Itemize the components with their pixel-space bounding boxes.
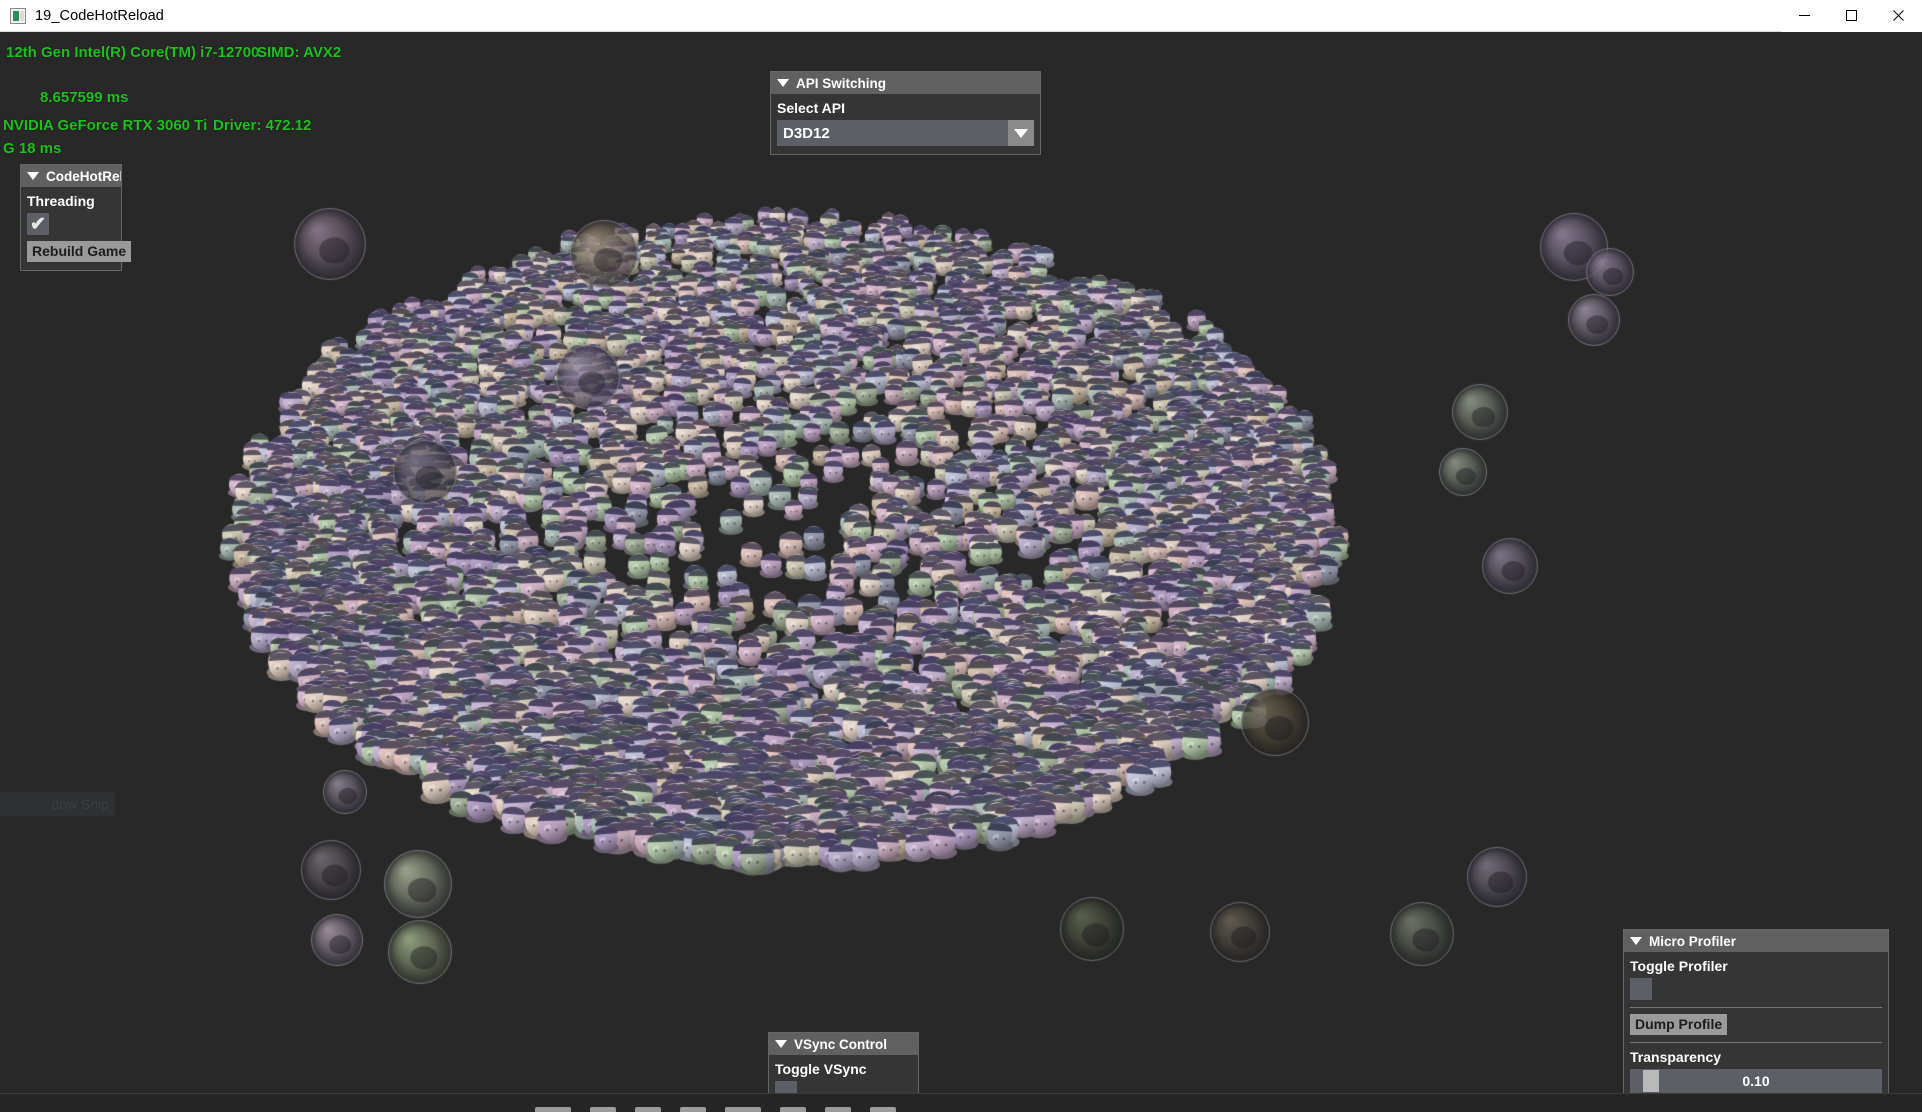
taskbar-item[interactable]: [535, 1107, 571, 1112]
transparency-slider-handle[interactable]: [1643, 1070, 1659, 1092]
chevron-down-icon[interactable]: [775, 1040, 787, 1048]
maximize-button[interactable]: [1828, 0, 1875, 32]
panel-code-hot-reload[interactable]: CodeHotRelo Threading ✔ Rebuild Game: [20, 164, 122, 271]
render-viewport[interactable]: dow Snip 12th Gen Intel(R) Core(TM) i7-1…: [0, 32, 1922, 1093]
chevron-down-icon[interactable]: [777, 79, 789, 87]
toggle-profiler-checkbox[interactable]: [1630, 978, 1652, 1000]
panel-api-switching[interactable]: API Switching Select API D3D12: [770, 71, 1041, 155]
toggle-profiler-label: Toggle Profiler: [1630, 958, 1882, 974]
transparency-slider[interactable]: 0.10: [1630, 1069, 1882, 1093]
window-title: 19_CodeHotReload: [35, 8, 164, 24]
snip-tooltip-ghost: dow Snip: [0, 792, 115, 816]
panel-code-hot-reload-header[interactable]: CodeHotRelo: [21, 165, 121, 187]
close-button[interactable]: [1875, 0, 1922, 32]
taskbar-item[interactable]: [680, 1107, 706, 1112]
application-window: 19_CodeHotReload d: [0, 0, 1922, 1112]
panel-micro-profiler-title: Micro Profiler: [1649, 934, 1736, 949]
panel-code-hot-reload-title: CodeHotRelo: [46, 169, 121, 184]
snip-tooltip-text: dow Snip: [51, 796, 109, 812]
taskbar-item[interactable]: [635, 1107, 661, 1112]
chevron-down-icon: [1014, 129, 1028, 138]
divider: [1630, 1042, 1882, 1043]
check-icon: ✔: [30, 215, 46, 234]
taskbar-icon-group: [535, 1107, 896, 1112]
close-icon: [1892, 9, 1905, 22]
maximize-icon: [1845, 9, 1858, 22]
threading-checkbox[interactable]: ✔: [27, 213, 49, 235]
app-icon: [10, 8, 26, 24]
panel-micro-profiler[interactable]: Micro Profiler Toggle Profiler Dump Prof…: [1623, 929, 1889, 1093]
panel-vsync-title: VSync Control: [794, 1037, 887, 1052]
panel-micro-profiler-header[interactable]: Micro Profiler: [1624, 930, 1888, 952]
taskbar-item[interactable]: [590, 1107, 616, 1112]
taskbar-item[interactable]: [825, 1107, 851, 1112]
panel-micro-profiler-body: Toggle Profiler Dump Profile Transparenc…: [1624, 952, 1888, 1093]
divider: [1630, 1007, 1882, 1008]
rebuild-game-button[interactable]: Rebuild Game: [27, 241, 131, 262]
transparency-label: Transparency: [1630, 1049, 1882, 1065]
chevron-down-icon[interactable]: [1630, 937, 1642, 945]
panel-api-switching-header[interactable]: API Switching: [771, 72, 1040, 94]
minimize-button[interactable]: [1781, 0, 1828, 32]
taskbar-item[interactable]: [870, 1107, 896, 1112]
chevron-down-icon[interactable]: [27, 172, 39, 180]
taskbar-item[interactable]: [780, 1107, 806, 1112]
panel-vsync-body: Toggle VSync: [769, 1055, 918, 1093]
dump-profile-button[interactable]: Dump Profile: [1630, 1014, 1727, 1035]
panel-vsync-control[interactable]: VSync Control Toggle VSync: [768, 1032, 919, 1093]
title-bar: 19_CodeHotReload: [0, 0, 1922, 32]
select-api-label: Select API: [777, 100, 1034, 116]
panel-code-hot-reload-body: Threading ✔ Rebuild Game: [21, 187, 121, 270]
panel-api-switching-body: Select API D3D12: [771, 94, 1040, 154]
threading-label: Threading: [27, 193, 115, 209]
api-select-dropdown[interactable]: D3D12: [777, 120, 1034, 146]
minimize-icon: [1798, 9, 1811, 22]
taskbar[interactable]: [0, 1093, 1922, 1112]
toggle-vsync-label: Toggle VSync: [775, 1061, 912, 1077]
api-select-value: D3D12: [783, 125, 830, 142]
toggle-vsync-checkbox[interactable]: [775, 1081, 797, 1093]
panel-api-switching-title: API Switching: [796, 76, 886, 91]
window-controls: [1781, 0, 1922, 32]
transparency-value: 0.10: [1742, 1073, 1769, 1089]
taskbar-item[interactable]: [725, 1107, 761, 1112]
api-dropdown-arrow-button[interactable]: [1008, 120, 1034, 146]
panel-vsync-header[interactable]: VSync Control: [769, 1033, 918, 1055]
